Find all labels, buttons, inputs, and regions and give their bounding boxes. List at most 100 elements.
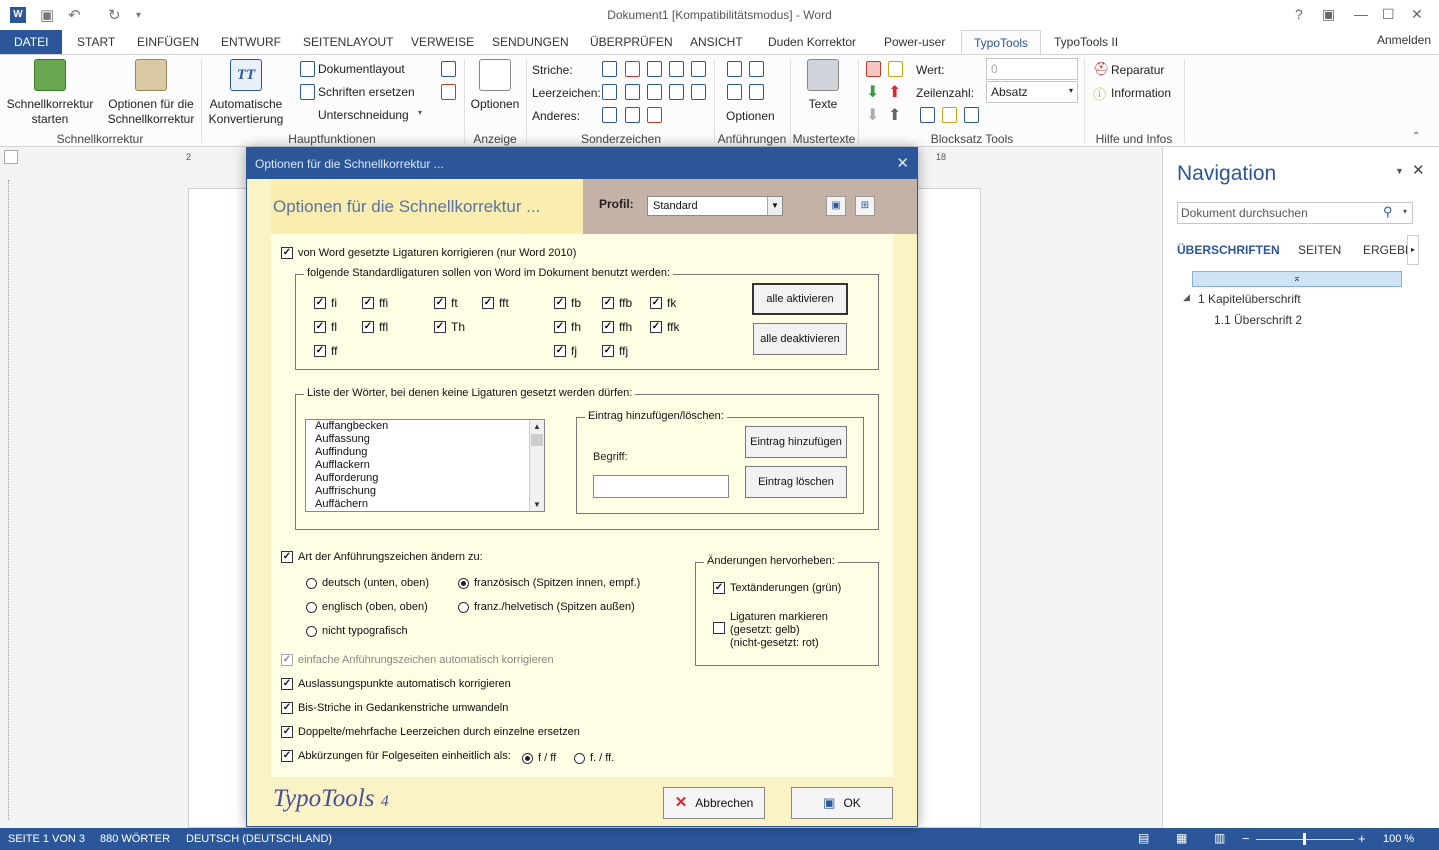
quick-correction-start-button[interactable]: Schnellkorrektur starten bbox=[4, 59, 96, 127]
search-options-icon[interactable]: ▾ bbox=[1403, 207, 1407, 216]
tab-file[interactable]: DATEI bbox=[0, 30, 63, 54]
ligature-ffj-checkbox[interactable]: ✓ ffj bbox=[602, 344, 628, 358]
cancel-button[interactable]: ✕ Abbrechen bbox=[663, 787, 765, 819]
dash-icon-3[interactable] bbox=[647, 61, 662, 77]
zoom-in-icon[interactable]: + bbox=[1358, 831, 1366, 846]
list-scrollbar[interactable]: ▲ ▼ bbox=[529, 420, 544, 511]
space-icon-3[interactable] bbox=[647, 84, 662, 100]
ribbon-display-icon[interactable]: ▣ bbox=[1322, 6, 1335, 23]
ok-button[interactable]: ▣ OK bbox=[791, 787, 893, 819]
save-profile-icon[interactable]: ▣ bbox=[826, 196, 846, 216]
arrow-up-gray-icon[interactable]: ⬆ bbox=[888, 105, 901, 125]
minimize-icon[interactable]: — bbox=[1354, 6, 1368, 22]
ellipsis-checkbox[interactable]: ✓ Auslassungspunkte automatisch korrigie… bbox=[281, 678, 511, 690]
main-function-icon-b[interactable] bbox=[441, 84, 456, 100]
quick-correction-options-button[interactable]: Optionen für die Schnellkorrektur bbox=[104, 59, 198, 127]
ligature-fh-checkbox[interactable]: ✓ fh bbox=[554, 320, 581, 334]
fix-ligatures-checkbox[interactable]: ✓ von Word gesetzte Ligaturen korrigiere… bbox=[281, 247, 576, 259]
other-icon-1[interactable] bbox=[602, 107, 617, 123]
list-item[interactable]: Auffangbecken bbox=[306, 420, 544, 433]
scroll-up-icon[interactable]: ▲ bbox=[530, 420, 544, 433]
list-item[interactable]: Auffassung bbox=[306, 433, 544, 446]
activate-all-button[interactable]: alle aktivieren bbox=[752, 283, 848, 315]
ligature-ffh-checkbox[interactable]: ✓ ffh bbox=[602, 320, 632, 334]
list-item[interactable]: Aufforderung bbox=[306, 472, 544, 485]
replace-fonts-button[interactable]: Schriften ersetzen bbox=[318, 85, 415, 99]
nav-tab-headings[interactable]: ÜBERSCHRIFTEN bbox=[1177, 243, 1280, 257]
tab-typotools-2[interactable]: TypoTools II bbox=[1054, 35, 1118, 49]
space-icon-4[interactable] bbox=[669, 84, 684, 100]
quote-icon-4[interactable] bbox=[749, 84, 764, 100]
quote-icon-1[interactable] bbox=[727, 61, 742, 77]
abbreviations-checkbox[interactable]: ✓ Abkürzungen für Folgeseiten einheitlic… bbox=[281, 750, 511, 762]
value-input[interactable]: 0 bbox=[986, 58, 1078, 80]
read-mode-icon[interactable]: ▤ bbox=[1138, 831, 1149, 845]
space-icon-5[interactable] bbox=[691, 84, 706, 100]
ligature-ff-checkbox[interactable]: ✓ ff bbox=[314, 344, 337, 358]
tab-selector-icon[interactable] bbox=[4, 150, 18, 164]
help-icon[interactable]: ? bbox=[1295, 6, 1303, 22]
tab-typotools[interactable]: TypoTools bbox=[961, 30, 1042, 55]
print-layout-icon[interactable]: ▦ bbox=[1176, 831, 1187, 845]
mark-ligatures-checkbox[interactable]: Ligaturen markieren (gesetzt: gelb) (nic… bbox=[713, 611, 828, 650]
linecount-select[interactable]: Absatz ▾ bbox=[986, 81, 1078, 103]
list-item[interactable]: Auffächern bbox=[306, 498, 544, 511]
tab-review[interactable]: ÜBERPRÜFEN bbox=[590, 35, 673, 49]
maximize-icon[interactable]: ☐ bbox=[1382, 6, 1395, 23]
dialog-close-icon[interactable]: ✕ bbox=[896, 154, 909, 172]
dash-icon-5[interactable] bbox=[691, 61, 706, 77]
block-tool-icon-4[interactable] bbox=[964, 107, 979, 123]
quote-options-button[interactable]: Optionen bbox=[726, 109, 775, 123]
tab-poweruser[interactable]: Power-user bbox=[884, 35, 945, 49]
ligature-fk-checkbox[interactable]: ✓ fk bbox=[650, 296, 676, 310]
block-tool-icon-2[interactable] bbox=[920, 107, 935, 123]
nav-tab-pages[interactable]: SEITEN bbox=[1298, 243, 1341, 257]
main-function-icon-a[interactable] bbox=[441, 61, 456, 77]
ligature-fft-checkbox[interactable]: ✓ fft bbox=[482, 296, 509, 310]
close-pane-icon[interactable]: ✕ bbox=[1412, 161, 1425, 179]
tab-insert[interactable]: EINFÜGEN bbox=[137, 35, 199, 49]
list-item[interactable]: Aufflackern bbox=[306, 459, 544, 472]
tab-mailings[interactable]: SENDUNGEN bbox=[492, 35, 569, 49]
space-icon-1[interactable] bbox=[602, 84, 617, 100]
quote-style-checkbox[interactable]: ✓ Art der Anführungszeichen ändern zu: bbox=[281, 551, 483, 563]
ligature-ffb-checkbox[interactable]: ✓ ffb bbox=[602, 296, 632, 310]
scroll-down-icon[interactable]: ▼ bbox=[530, 498, 544, 511]
display-options-button[interactable]: Optionen bbox=[466, 59, 524, 112]
information-button[interactable]: Information bbox=[1111, 86, 1171, 100]
ligature-ft-checkbox[interactable]: ✓ ft bbox=[434, 296, 458, 310]
dash-icon-1[interactable] bbox=[602, 61, 617, 77]
dash-icon-2[interactable] bbox=[625, 61, 640, 77]
status-language[interactable]: DEUTSCH (DEUTSCHLAND) bbox=[186, 833, 332, 845]
tab-references[interactable]: VERWEISE bbox=[411, 35, 474, 49]
quote-icon-2[interactable] bbox=[749, 61, 764, 77]
list-item[interactable]: Auffindung bbox=[306, 446, 544, 459]
collapse-ribbon-icon[interactable]: ⌃ bbox=[1412, 131, 1420, 142]
ligature-ffk-checkbox[interactable]: ✓ ffk bbox=[650, 320, 679, 334]
quote-english-radio[interactable]: englisch (oben, oben) bbox=[306, 601, 428, 613]
auto-convert-button[interactable]: TT Automatische Konvertierung bbox=[204, 59, 288, 127]
quote-french-radio[interactable]: französisch (Spitzen innen, empf.) bbox=[458, 577, 640, 589]
web-layout-icon[interactable]: ▥ bbox=[1214, 831, 1225, 845]
term-input[interactable] bbox=[593, 475, 729, 498]
search-icon[interactable]: ⚲ bbox=[1383, 204, 1393, 220]
delete-entry-button[interactable]: Eintrag löschen bbox=[745, 466, 847, 498]
texts-button[interactable]: Texte bbox=[795, 59, 851, 112]
dash-icon-4[interactable] bbox=[669, 61, 684, 77]
block-tool-icon-1[interactable] bbox=[866, 61, 881, 77]
scroll-thumb[interactable] bbox=[531, 434, 543, 446]
other-icon-3[interactable] bbox=[647, 107, 662, 123]
close-window-icon[interactable]: ✕ bbox=[1411, 6, 1423, 23]
abbrev-ff-dots-radio[interactable]: f. / ff. bbox=[574, 752, 614, 764]
quote-none-radio[interactable]: nicht typografisch bbox=[306, 625, 408, 637]
zoom-slider-thumb[interactable] bbox=[1303, 833, 1306, 845]
ligature-fl-checkbox[interactable]: ✓ fl bbox=[314, 320, 337, 334]
ligature-ffl-checkbox[interactable]: ✓ ffl bbox=[362, 320, 388, 334]
single-quotes-checkbox[interactable]: ✓ einfache Anführungszeichen automatisch… bbox=[281, 654, 554, 666]
nav-heading-1[interactable]: 1 Kapitelüberschrift bbox=[1198, 292, 1301, 306]
list-item[interactable]: Auffrischung bbox=[306, 485, 544, 498]
status-words[interactable]: 880 WÖRTER bbox=[100, 833, 170, 845]
kerning-dropdown[interactable]: Unterschneidung bbox=[318, 108, 409, 122]
heading-collapse-bar[interactable]: ⌅ bbox=[1192, 271, 1402, 287]
pane-options-icon[interactable]: ▼ bbox=[1395, 166, 1404, 176]
